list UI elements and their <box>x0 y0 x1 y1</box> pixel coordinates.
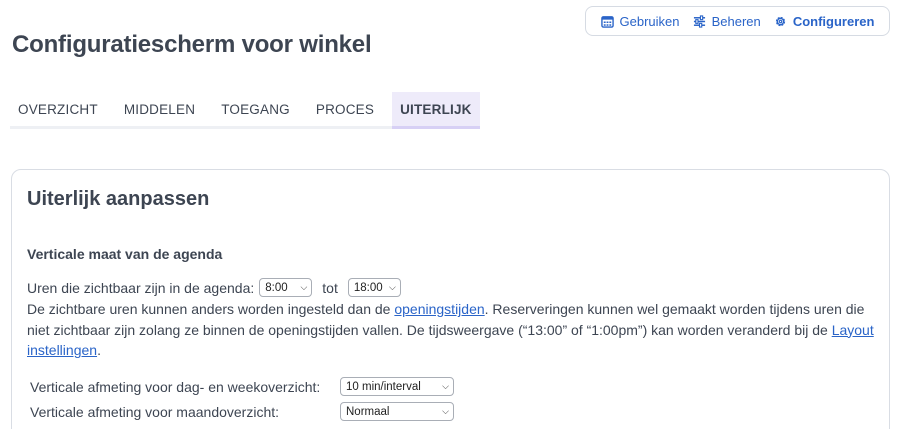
sliders-icon <box>693 14 706 28</box>
chevron-down-icon: ⌵ <box>389 282 396 292</box>
mode-switcher: Gebruiken Beheren Configureren <box>585 6 890 36</box>
desc-text-1: De zichtbare uren kunnen anders worden i… <box>27 301 395 317</box>
day-week-size-value: 10 min/interval <box>346 380 421 393</box>
hours-between-label: tot <box>322 279 338 296</box>
section-title: Verticale maat van de agenda <box>27 246 223 262</box>
visible-hours-label: Uren die zichtbaar zijn in de agenda: <box>27 279 255 296</box>
mode-beheren-button[interactable]: Beheren <box>693 14 761 29</box>
hours-description: De zichtbare uren kunnen anders worden i… <box>27 299 882 361</box>
appearance-card: Uiterlijk aanpassen Verticale maat van d… <box>11 169 890 429</box>
desc-text-3: . <box>97 342 101 358</box>
card-title: Uiterlijk aanpassen <box>27 188 210 210</box>
mode-gebruiken-label: Gebruiken <box>619 13 680 29</box>
mode-gebruiken-button[interactable]: Gebruiken <box>600 13 680 29</box>
page: Gebruiken Beheren Configureren Configura… <box>0 0 900 429</box>
tab-proces[interactable]: PROCES <box>308 92 382 126</box>
month-size-row: Verticale afmeting voor maandoverzicht: … <box>30 402 454 421</box>
gear-icon <box>774 15 787 28</box>
day-week-size-select[interactable]: 10 min/interval ⌵ <box>340 377 454 396</box>
hours-from-select[interactable]: 8:00 ⌵ <box>259 278 313 297</box>
hours-to-value: 18:00 <box>353 281 383 294</box>
chevron-down-icon: ⌵ <box>442 406 449 416</box>
hours-from-value: 8:00 <box>265 281 288 294</box>
tab-overzicht[interactable]: OVERZICHT <box>10 92 106 126</box>
tab-bar: OVERZICHT MIDDELEN TOEGANG PROCES UITERL… <box>10 92 480 129</box>
month-size-value: Normaal <box>346 405 390 418</box>
day-week-size-row: Verticale afmeting voor dag- en weekover… <box>30 377 454 396</box>
month-size-label: Verticale afmeting voor maandoverzicht: <box>30 403 280 420</box>
mode-configureren-button[interactable]: Configureren <box>774 13 875 29</box>
chevron-down-icon: ⌵ <box>442 381 449 391</box>
visible-hours-row: Uren die zichtbaar zijn in de agenda: 8:… <box>27 278 401 297</box>
tab-toegang[interactable]: TOEGANG <box>213 92 298 126</box>
page-title: Configuratiescherm voor winkel <box>12 31 372 58</box>
calendar-icon <box>600 15 614 28</box>
hours-to-select[interactable]: 18:00 ⌵ <box>347 278 401 297</box>
mode-configureren-label: Configureren <box>792 13 875 29</box>
tab-uiterlijk[interactable]: UITERLIJK <box>392 92 480 129</box>
tab-middelen[interactable]: MIDDELEN <box>116 92 203 126</box>
month-size-select[interactable]: Normaal ⌵ <box>340 402 454 421</box>
chevron-down-icon: ⌵ <box>300 282 308 292</box>
opening-hours-link[interactable]: openingstijden <box>394 301 484 317</box>
mode-beheren-label: Beheren <box>711 13 761 29</box>
day-week-size-label: Verticale afmeting voor dag- en weekover… <box>30 378 321 395</box>
